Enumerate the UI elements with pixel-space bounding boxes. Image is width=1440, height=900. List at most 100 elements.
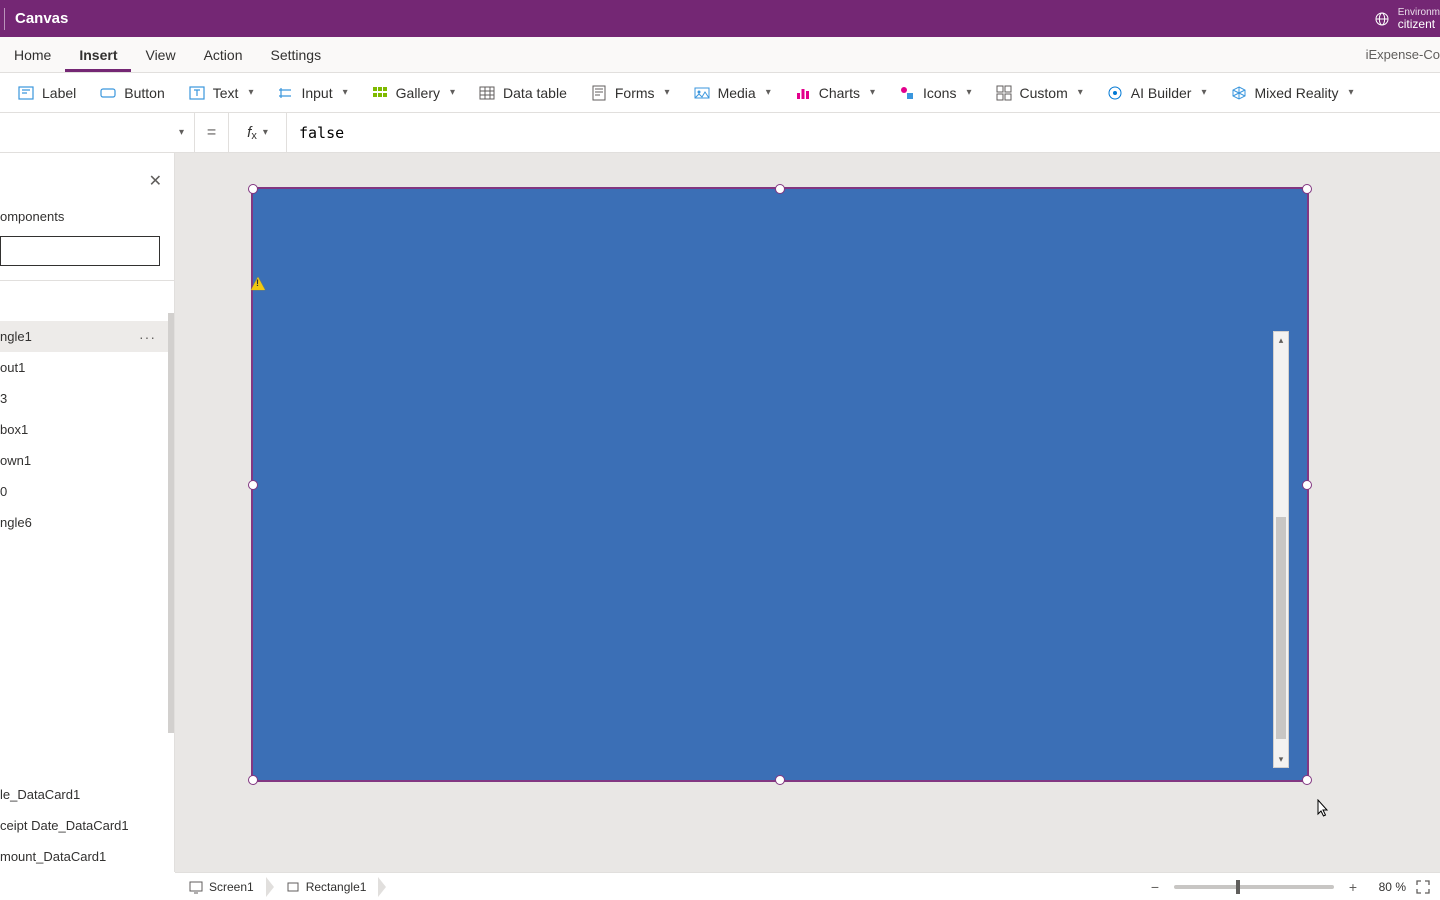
formula-input[interactable]: [287, 113, 1440, 152]
tree-item[interactable]: own1: [0, 445, 174, 476]
warning-icon[interactable]: [251, 277, 265, 290]
tree-list-bottom: le_DataCard1 ceipt Date_DataCard1 mount_…: [0, 779, 174, 872]
insert-label-text: Label: [42, 85, 76, 101]
equals-label: =: [195, 113, 229, 152]
formula-bar: ▾ = fx ▾: [0, 113, 1440, 153]
insert-forms-text: Forms: [615, 85, 655, 101]
chevron-down-icon: ▾: [343, 87, 348, 98]
tree-item[interactable]: mount_DataCard1: [0, 841, 174, 872]
insert-aibuilder-button[interactable]: AI Builder ▾: [1097, 81, 1217, 105]
resize-handle-bm[interactable]: [775, 775, 785, 785]
tree-item[interactable]: box1: [0, 414, 174, 445]
scroll-track[interactable]: [1274, 348, 1288, 751]
input-icon: [277, 85, 293, 101]
tree-item[interactable]: ngle1 ···: [0, 321, 174, 352]
insert-text-button[interactable]: Text ▾: [179, 81, 264, 105]
zoom-in-button[interactable]: +: [1344, 878, 1362, 896]
insert-forms-button[interactable]: Forms ▾: [581, 81, 680, 105]
insert-input-button[interactable]: Input ▾: [267, 81, 357, 105]
canvas-area[interactable]: ▴ ▾: [175, 153, 1440, 872]
rectangle-control[interactable]: ▴ ▾: [251, 187, 1309, 782]
menu-settings[interactable]: Settings: [257, 37, 336, 72]
property-selector[interactable]: ▾: [0, 113, 195, 152]
document-name: iExpense-Co: [1366, 37, 1440, 72]
breadcrumb-screen[interactable]: Screen1: [175, 873, 266, 900]
menu-view[interactable]: View: [131, 37, 189, 72]
breadcrumb-screen-label: Screen1: [209, 880, 254, 894]
tree-item[interactable]: out1: [0, 352, 174, 383]
cursor-icon: [1317, 799, 1331, 819]
resize-handle-bl[interactable]: [248, 775, 258, 785]
insert-mixedreality-text: Mixed Reality: [1255, 85, 1339, 101]
menu-bar: Home Insert View Action Settings iExpens…: [0, 37, 1440, 73]
chevron-down-icon: ▾: [248, 87, 253, 98]
tree-item[interactable]: 0: [0, 476, 174, 507]
chevron-down-icon: ▾: [870, 87, 875, 98]
tree-item-label: box1: [0, 422, 28, 437]
zoom-slider[interactable]: [1174, 885, 1334, 889]
tree-item[interactable]: ceipt Date_DataCard1: [0, 810, 174, 841]
media-icon: [694, 85, 710, 101]
environment-value: citizent: [1398, 18, 1440, 30]
resize-handle-tm[interactable]: [775, 184, 785, 194]
menu-insert[interactable]: Insert: [65, 37, 131, 72]
insert-icons-button[interactable]: Icons ▾: [889, 81, 982, 105]
zoom-slider-knob[interactable]: [1236, 880, 1240, 894]
app-title: Canvas: [15, 10, 68, 27]
charts-icon: [795, 85, 811, 101]
insert-datatable-button[interactable]: Data table: [469, 81, 577, 105]
tree-list: ngle1 ··· out1 3 box1 own1 0 ngle6: [0, 321, 174, 538]
chevron-down-icon: ▾: [766, 87, 771, 98]
datatable-icon: [479, 85, 495, 101]
insert-custom-button[interactable]: Custom ▾: [986, 81, 1093, 105]
resize-handle-mr[interactable]: [1302, 480, 1312, 490]
close-panel-button[interactable]: ✕: [149, 171, 162, 191]
fx-button[interactable]: fx ▾: [229, 113, 287, 152]
menu-home[interactable]: Home: [0, 37, 65, 72]
resize-handle-tr[interactable]: [1302, 184, 1312, 194]
menu-action[interactable]: Action: [190, 37, 257, 72]
components-tab[interactable]: omponents: [0, 205, 174, 234]
more-icon[interactable]: ···: [139, 329, 156, 345]
titlebar-divider: [4, 8, 5, 30]
chevron-down-icon: ▾: [179, 127, 184, 138]
tree-view-panel: ✕ omponents ngle1 ··· out1 3 box1 own1 0…: [0, 153, 175, 872]
tree-item[interactable]: 3: [0, 383, 174, 414]
forms-icon: [591, 85, 607, 101]
fullscreen-button[interactable]: [1416, 880, 1430, 894]
button-icon: [100, 85, 116, 101]
scroll-down-icon[interactable]: ▾: [1274, 751, 1288, 767]
fx-icon: fx: [247, 124, 257, 141]
tree-search-input[interactable]: [0, 236, 160, 266]
chevron-down-icon: ▾: [1201, 87, 1206, 98]
insert-text-text: Text: [213, 85, 239, 101]
insert-charts-button[interactable]: Charts ▾: [785, 81, 885, 105]
form-scrollbar[interactable]: ▴ ▾: [1273, 331, 1289, 768]
resize-handle-tl[interactable]: [248, 184, 258, 194]
panel-scrollbar[interactable]: [168, 313, 174, 733]
insert-media-button[interactable]: Media ▾: [684, 81, 781, 105]
insert-label-button[interactable]: Label: [8, 81, 86, 105]
breadcrumb-rectangle[interactable]: Rectangle1: [266, 873, 379, 900]
zoom-out-button[interactable]: −: [1146, 878, 1164, 896]
tree-item-label: mount_DataCard1: [0, 849, 106, 864]
insert-charts-text: Charts: [819, 85, 860, 101]
resize-handle-ml[interactable]: [248, 480, 258, 490]
scroll-thumb[interactable]: [1276, 517, 1286, 739]
zoom-value: 80 %: [1372, 880, 1406, 894]
insert-button-button[interactable]: Button: [90, 81, 174, 105]
tree-item[interactable]: ngle6: [0, 507, 174, 538]
environment-block[interactable]: Environm citizent: [1398, 8, 1440, 30]
insert-gallery-button[interactable]: Gallery ▾: [362, 81, 465, 105]
gallery-icon: [372, 85, 388, 101]
scroll-up-icon[interactable]: ▴: [1274, 332, 1288, 348]
tree-item[interactable]: le_DataCard1: [0, 779, 174, 810]
resize-handle-br[interactable]: [1302, 775, 1312, 785]
tree-item-label: ngle1: [0, 329, 32, 344]
insert-button-text: Button: [124, 85, 164, 101]
insert-mixedreality-button[interactable]: Mixed Reality ▾: [1221, 81, 1364, 105]
screen-icon: [189, 880, 203, 894]
insert-input-text: Input: [301, 85, 332, 101]
insert-icons-text: Icons: [923, 85, 956, 101]
chevron-down-icon: ▾: [966, 87, 971, 98]
